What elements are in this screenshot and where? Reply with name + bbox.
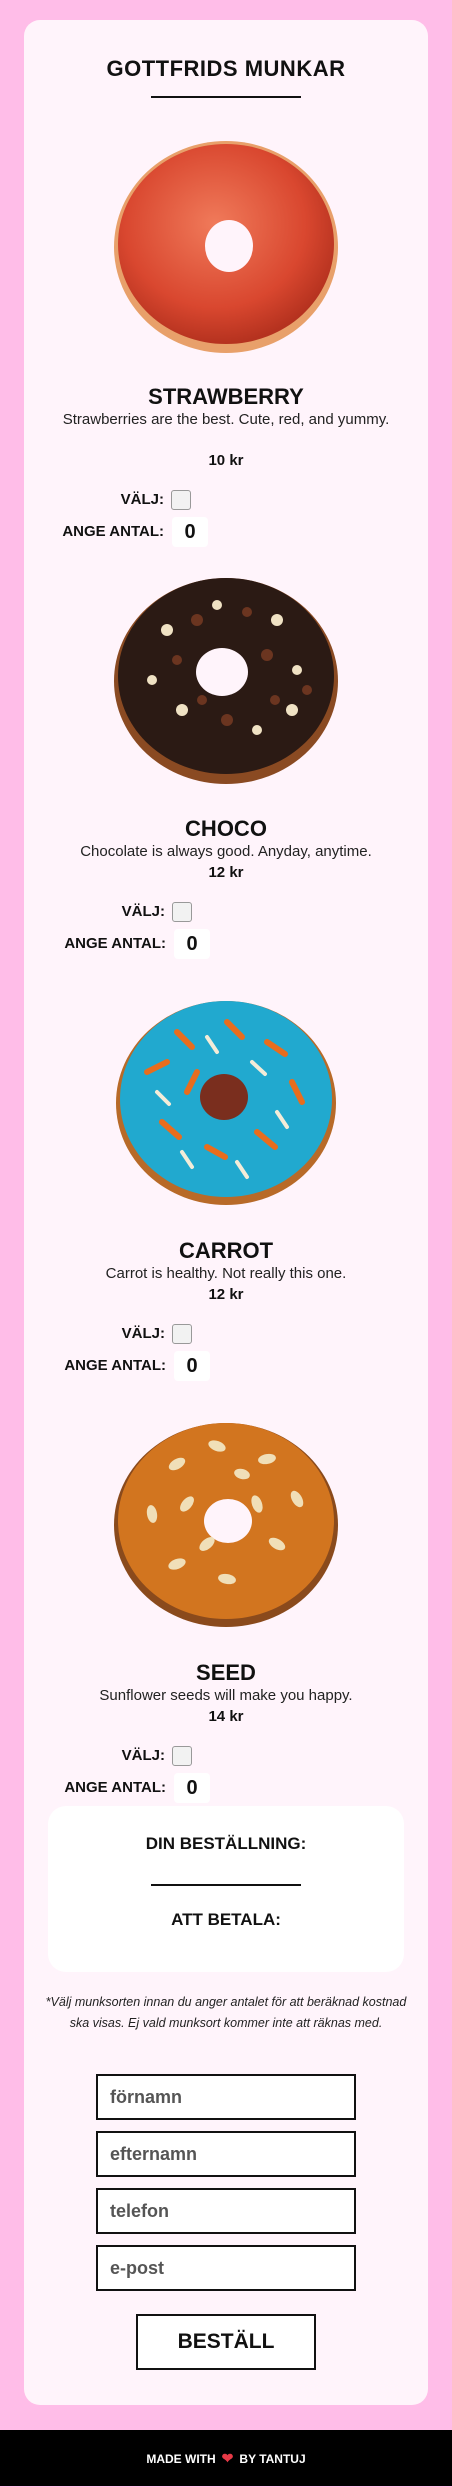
strawberry-donut-image — [114, 141, 338, 353]
summary-divider — [151, 1884, 301, 1886]
choose-checkbox[interactable] — [172, 1324, 192, 1344]
donut-description: Strawberries are the best. Cute, red, an… — [62, 411, 390, 428]
donut-price: 10 kr — [208, 452, 244, 469]
choose-label: VÄLJ: — [121, 1747, 165, 1764]
quantity-label: ANGE ANTAL: — [64, 1357, 166, 1374]
order-button[interactable]: BESTÄLL — [136, 2314, 316, 2370]
firstname-field[interactable] — [96, 2074, 356, 2120]
quantity-row: ANGE ANTAL: — [24, 933, 166, 957]
choose-label: VÄLJ: — [121, 903, 165, 920]
main-card: GOTTFRIDS MUNKAR STRAWBERRY Strawberries… — [24, 20, 428, 2405]
order-summary: DIN BESTÄLLNING: ATT BETALA: — [48, 1806, 404, 1972]
footer: MADE WITH ❤ BY TANTUJ — [0, 2430, 452, 2486]
pay-heading: ATT BETALA: — [171, 1910, 281, 1929]
choose-checkbox[interactable] — [171, 490, 191, 510]
quantity-input[interactable]: 0 — [172, 517, 208, 547]
quantity-label: ANGE ANTAL: — [64, 935, 166, 952]
choose-checkbox[interactable] — [172, 902, 192, 922]
seed-donut-image — [114, 1423, 338, 1627]
author-text: BY TANTUJ — [239, 2452, 306, 2466]
quantity-input[interactable]: 0 — [174, 929, 210, 959]
made-with-text: MADE WITH — [146, 2452, 216, 2466]
choose-row: VÄLJ: — [24, 1323, 165, 1347]
choose-label: VÄLJ: — [120, 491, 164, 508]
phone-field[interactable] — [96, 2188, 356, 2234]
price-note: *Välj munksorten innan du anger antalet … — [45, 1995, 407, 2030]
quantity-input[interactable]: 0 — [174, 1773, 210, 1803]
email-field[interactable] — [96, 2245, 356, 2291]
donut-description: Chocolate is always good. Anyday, anytim… — [80, 843, 372, 860]
choose-row: VÄLJ: — [24, 901, 165, 925]
quantity-row: ANGE ANTAL: — [24, 1777, 166, 1801]
order-heading: DIN BESTÄLLNING: — [145, 1834, 307, 1853]
page-title: GOTTFRIDS MUNKAR — [106, 56, 346, 81]
title-divider — [151, 96, 301, 98]
carrot-donut-image — [116, 1001, 336, 1205]
donut-name: CARROT — [178, 1238, 274, 1263]
choose-checkbox[interactable] — [172, 1746, 192, 1766]
choose-label: VÄLJ: — [121, 1325, 165, 1342]
donut-name: CHOCO — [185, 816, 267, 841]
quantity-row: ANGE ANTAL: — [24, 1355, 166, 1379]
choose-row: VÄLJ: — [24, 1745, 165, 1769]
donut-name: SEED — [196, 1660, 256, 1685]
quantity-label: ANGE ANTAL: — [64, 1779, 166, 1796]
donut-description: Carrot is healthy. Not really this one. — [105, 1265, 347, 1282]
quantity-row: ANGE ANTAL: — [24, 521, 164, 545]
quantity-input[interactable]: 0 — [174, 1351, 210, 1381]
donut-price: 12 kr — [208, 864, 244, 881]
choose-row: VÄLJ: — [24, 489, 164, 513]
quantity-label: ANGE ANTAL: — [62, 523, 164, 540]
donut-name: STRAWBERRY — [148, 384, 304, 409]
heart-icon: ❤ — [221, 2450, 234, 2466]
donut-description: Sunflower seeds will make you happy. — [99, 1687, 353, 1704]
choco-donut-image — [114, 578, 338, 784]
donut-price: 12 kr — [208, 1286, 244, 1303]
lastname-field[interactable] — [96, 2131, 356, 2177]
donut-price: 14 kr — [208, 1708, 244, 1725]
